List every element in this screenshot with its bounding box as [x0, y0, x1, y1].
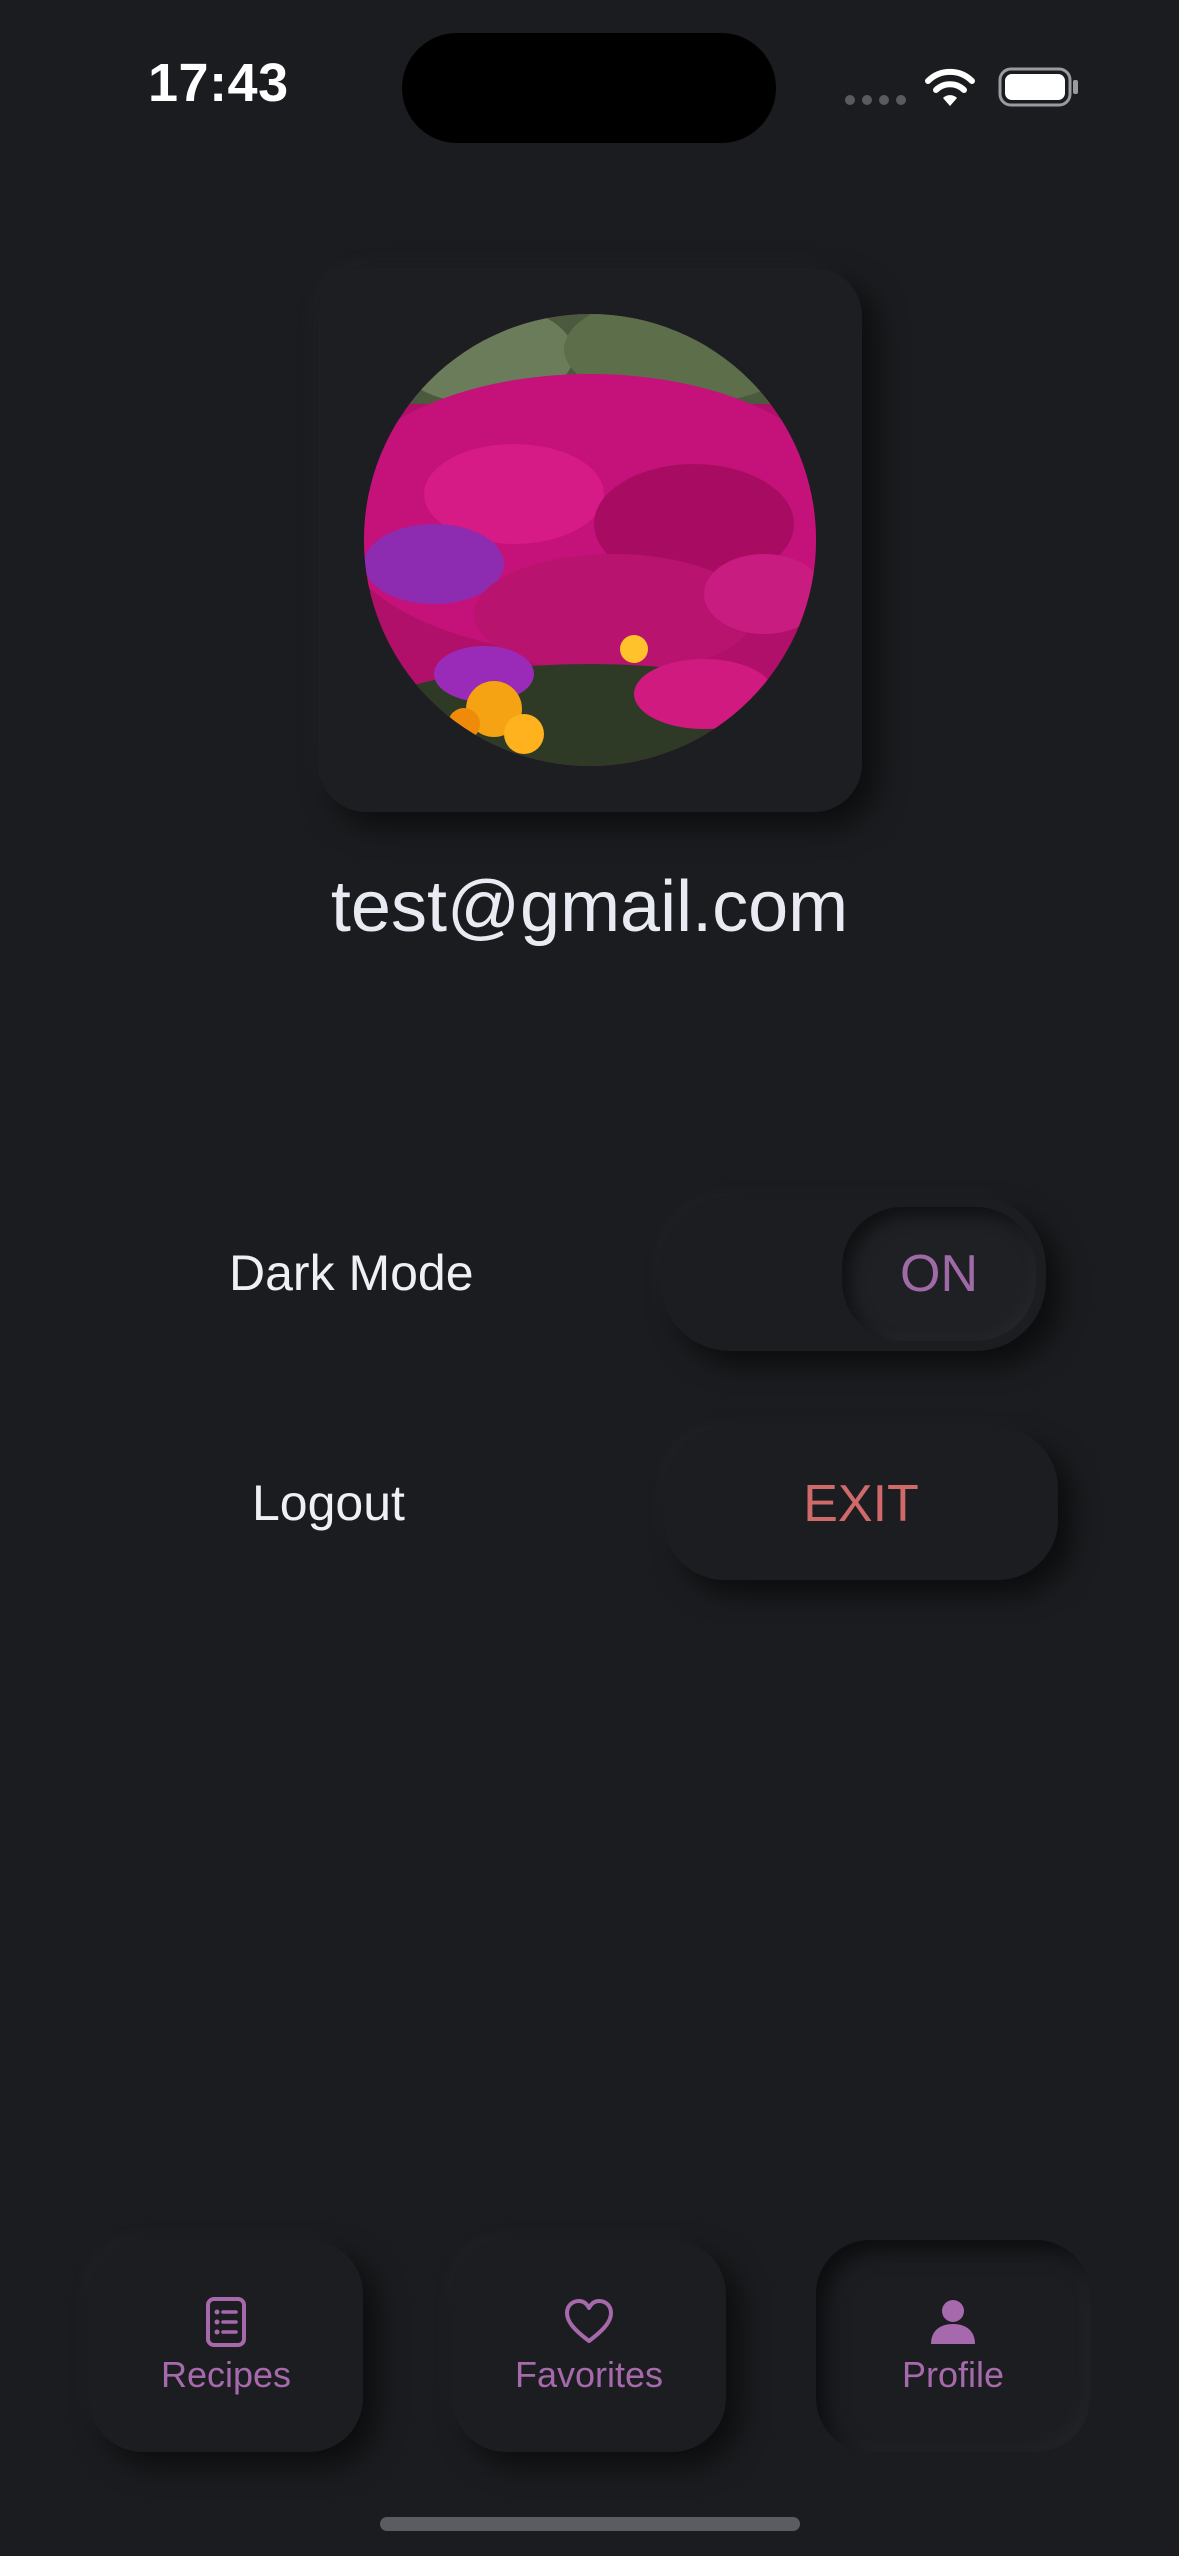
- tab-profile[interactable]: Profile: [816, 2240, 1090, 2452]
- home-indicator[interactable]: [380, 2517, 800, 2531]
- dynamic-island: [402, 33, 776, 143]
- heart-icon: [563, 2296, 615, 2348]
- battery-icon: [998, 67, 1080, 107]
- tab-recipes[interactable]: Recipes: [89, 2240, 363, 2452]
- user-email: test@gmail.com: [330, 867, 849, 947]
- tab-favorites[interactable]: Favorites: [452, 2240, 726, 2452]
- tab-profile-label: Profile: [901, 2354, 1005, 2395]
- dark-mode-toggle[interactable]: ON: [660, 1197, 1046, 1351]
- logout-label: Logout: [252, 1475, 405, 1531]
- cellular-signal-icon: [845, 95, 906, 105]
- tab-favorites-label: Favorites: [514, 2354, 664, 2395]
- wifi-icon: [922, 66, 978, 110]
- dark-mode-label: Dark Mode: [229, 1245, 474, 1301]
- exit-button[interactable]: EXIT: [664, 1428, 1058, 1580]
- tab-recipes-label: Recipes: [160, 2354, 292, 2395]
- status-time: 17:43: [148, 53, 289, 113]
- avatar-card[interactable]: [318, 268, 862, 812]
- status-bar: 17:43: [0, 0, 1179, 170]
- dark-mode-toggle-knob[interactable]: ON: [842, 1207, 1036, 1341]
- recipe-book-icon: [200, 2296, 252, 2348]
- avatar[interactable]: [364, 314, 816, 766]
- person-icon: [927, 2296, 979, 2348]
